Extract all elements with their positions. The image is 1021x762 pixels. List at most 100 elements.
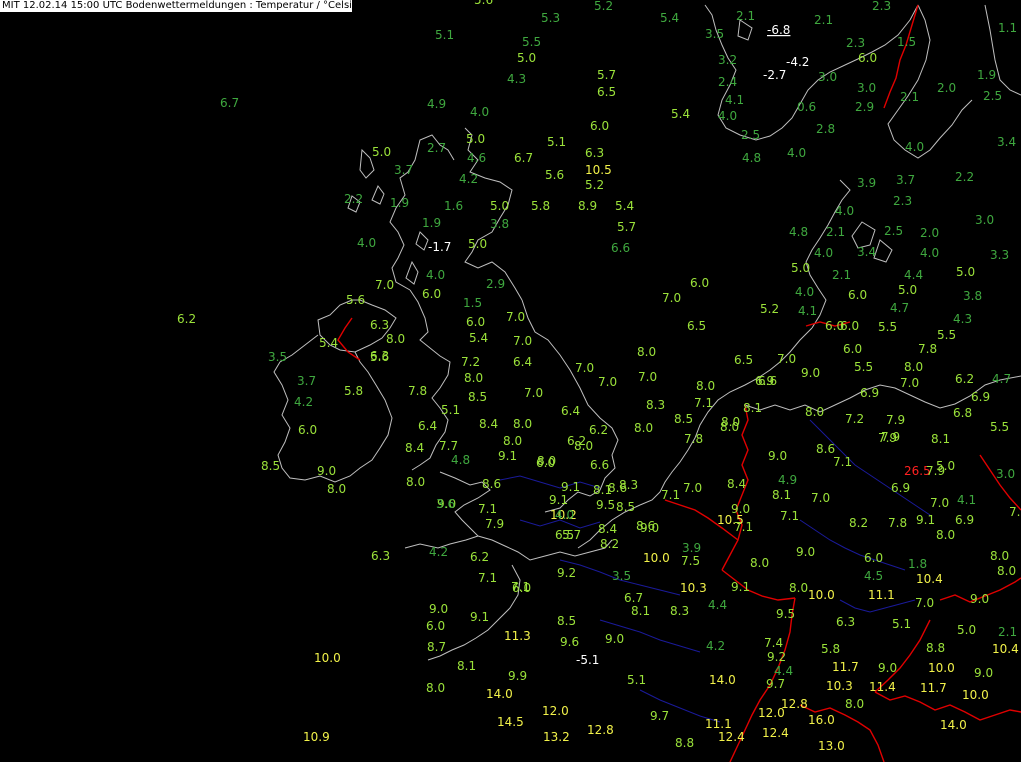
station-temp-178: 9.0 bbox=[768, 449, 787, 463]
station-temp-122: 6.4 bbox=[513, 355, 532, 369]
station-temp-253: 10.0 bbox=[808, 588, 835, 602]
station-temp-132: 3.7 bbox=[297, 374, 316, 388]
station-temp-56: 5.2 bbox=[585, 178, 604, 192]
station-temp-211: 4.1 bbox=[957, 493, 976, 507]
station-temp-233: 4.2 bbox=[429, 545, 448, 559]
station-temp-276: 5.8 bbox=[821, 642, 840, 656]
station-temp-140: 9.0 bbox=[801, 366, 820, 380]
station-temp-250: 10.3 bbox=[680, 581, 707, 595]
station-temp-106: 6.2 bbox=[177, 312, 196, 326]
station-temp-195: 7.0 bbox=[683, 481, 702, 495]
station-temp-222: 6.9 bbox=[955, 513, 974, 527]
station-temp-70: 1.9 bbox=[422, 216, 441, 230]
station-temp-100: 4.1 bbox=[798, 304, 817, 318]
station-temp-255: 7.0 bbox=[915, 596, 934, 610]
station-temp-243: 8.0 bbox=[997, 564, 1016, 578]
station-temp-296: 11.7 bbox=[920, 681, 947, 695]
station-temp-310: 12.4 bbox=[718, 730, 745, 744]
station-temp-202: 7.0 bbox=[930, 496, 949, 510]
station-temp-239: 9.0 bbox=[796, 545, 815, 559]
station-temp-88: 4.4 bbox=[904, 268, 923, 282]
station-temp-262: 6.0 bbox=[426, 619, 445, 633]
station-temp-263: 8.5 bbox=[557, 614, 576, 628]
station-temp-152: 7.2 bbox=[845, 412, 864, 426]
station-temp-21: 3.0 bbox=[818, 70, 837, 84]
station-temp-187: 7.9 bbox=[881, 430, 900, 444]
station-temp-23: 4.3 bbox=[507, 72, 526, 86]
station-temp-150: 8.1 bbox=[743, 401, 762, 415]
station-temp-192: 8.6 bbox=[482, 477, 501, 491]
station-temp-305: 11.1 bbox=[705, 717, 732, 731]
station-temp-33: 0.6 bbox=[797, 100, 816, 114]
station-temp-80: 6.6 bbox=[611, 241, 630, 255]
station-temp-84: 3.3 bbox=[990, 248, 1009, 262]
station-temp-1: 5.6 bbox=[474, 0, 493, 7]
station-temp-127: 7.8 bbox=[918, 342, 937, 356]
station-temp-50: 4.0 bbox=[787, 146, 806, 160]
station-temp-55: 4.2 bbox=[459, 172, 478, 186]
station-temp-293: 9.7 bbox=[766, 677, 785, 691]
station-temp-10: 5.5 bbox=[522, 35, 541, 49]
station-temp-146: 5.1 bbox=[441, 403, 460, 417]
station-temp-130: 5.5 bbox=[854, 360, 873, 374]
station-temp-34: 2.9 bbox=[855, 100, 874, 114]
station-temp-147: 8.5 bbox=[468, 390, 487, 404]
station-temp-306: 16.0 bbox=[808, 713, 835, 727]
station-temp-125: 7.0 bbox=[777, 352, 796, 366]
station-temp-217: 7.1 bbox=[780, 509, 799, 523]
station-temp-171: 8.1 bbox=[931, 432, 950, 446]
station-temp-182: 4.8 bbox=[451, 453, 470, 467]
station-temp-44: 3.4 bbox=[997, 135, 1016, 149]
station-temp-161: 7.0 bbox=[524, 386, 543, 400]
station-temp-61: 1.9 bbox=[390, 196, 409, 210]
station-temp-229: 7.1 bbox=[734, 520, 753, 534]
station-temp-264: 8.1 bbox=[631, 604, 650, 618]
station-temp-53: 10.5 bbox=[585, 163, 612, 177]
station-temp-14: 2.3 bbox=[846, 36, 865, 50]
station-temp-76: 2.0 bbox=[920, 226, 939, 240]
station-cold-alps: -5.1 bbox=[576, 653, 599, 667]
station-temp-52: 3.7 bbox=[394, 163, 413, 177]
station-temp-22: 1.9 bbox=[977, 68, 996, 82]
station-temp-107: 6.3 bbox=[370, 318, 389, 332]
station-temp-281: 11.7 bbox=[832, 660, 859, 674]
station-temp-9: 5.1 bbox=[435, 28, 454, 42]
station-temp-45: 5.0 bbox=[372, 145, 391, 159]
station-temp-309: 13.2 bbox=[543, 730, 570, 744]
station-temp-96: 3.8 bbox=[963, 289, 982, 303]
station-temp-177: 7.1 bbox=[661, 488, 680, 502]
station-temp-299: 12.8 bbox=[781, 697, 808, 711]
station-temp-31: 4.9 bbox=[427, 97, 446, 111]
station-cold-scotland: -1.7 bbox=[428, 240, 451, 254]
station-temp-77: 4.0 bbox=[357, 236, 376, 250]
station-temp-285: 10.0 bbox=[314, 651, 341, 665]
station-temp-64: 5.8 bbox=[531, 199, 550, 213]
station-temp-27: 2.0 bbox=[937, 81, 956, 95]
station-temp-283: 10.0 bbox=[928, 661, 955, 675]
station-temp-149: 7.1 bbox=[694, 396, 713, 410]
station-temp-180: 8.0 bbox=[721, 415, 740, 429]
station-temp-184: 8.0 bbox=[574, 439, 593, 453]
station-temp-168: 7.8 bbox=[684, 432, 703, 446]
station-temp-232: 6.3 bbox=[371, 549, 390, 563]
station-temp-75: 2.5 bbox=[884, 224, 903, 238]
station-temp-282: 9.0 bbox=[878, 661, 897, 675]
station-temp-66: 5.4 bbox=[615, 199, 634, 213]
station-temp-65: 8.9 bbox=[578, 199, 597, 213]
station-temp-206: 8.0 bbox=[327, 482, 346, 496]
station-temp-103: 1.5 bbox=[463, 296, 482, 310]
station-temp-304: 14.5 bbox=[497, 715, 524, 729]
station-temp-244: 7.1 bbox=[478, 571, 497, 585]
station-temp-99: 7.0 bbox=[662, 291, 681, 305]
station-temp-221: 7.2 bbox=[1009, 505, 1021, 519]
station-temp-186: 7.1 bbox=[833, 455, 852, 469]
station-temp-68: 4.0 bbox=[835, 204, 854, 218]
station-temp-73: 4.8 bbox=[789, 225, 808, 239]
station-temp-83: 4.0 bbox=[920, 246, 939, 260]
station-temp-242: 8.0 bbox=[990, 549, 1009, 563]
station-temp-257: 9.0 bbox=[429, 602, 448, 616]
station-temp-110: 7.0 bbox=[506, 310, 525, 324]
station-temp-204: 9.1 bbox=[549, 493, 568, 507]
station-temp-179: 8.6 bbox=[816, 442, 835, 456]
station-temp-67: 2.3 bbox=[893, 194, 912, 208]
